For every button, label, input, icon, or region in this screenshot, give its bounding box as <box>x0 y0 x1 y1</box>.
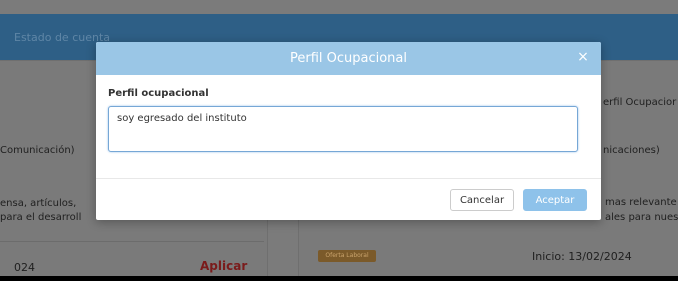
accept-button[interactable]: Aceptar <box>523 189 587 211</box>
perfil-ocupacional-modal: Perfil Ocupacional × Perfil ocupacional … <box>96 42 601 220</box>
left-card-divider <box>0 241 264 242</box>
perfil-ocupacional-label: Perfil ocupacional <box>108 88 209 99</box>
modal-header: Perfil Ocupacional × <box>96 42 601 75</box>
right-card-text-line2: ales para nuest <box>605 212 678 223</box>
right-card-comm-label: nicaciones) <box>603 145 660 156</box>
bottom-strip <box>0 276 678 281</box>
left-card-text-line1: ensa, artículos, <box>0 198 77 209</box>
right-card-start-date: Inicio: 13/02/2024 <box>532 250 632 263</box>
offer-badge: Oferta Laboral <box>318 250 376 262</box>
left-card-date: 024 <box>14 261 35 274</box>
right-card-text-line1: mas relevante <box>605 197 677 208</box>
right-card-header: erfil Ocupacior <box>603 97 677 108</box>
perfil-ocupacional-textarea[interactable]: soy egresado del instituto <box>108 106 578 152</box>
cancel-button[interactable]: Cancelar <box>450 189 514 211</box>
apply-link[interactable]: Aplicar <box>200 259 247 273</box>
close-icon[interactable]: × <box>575 49 591 65</box>
modal-title: Perfil Ocupacional <box>289 51 408 66</box>
left-card-comm-label: Comunicación) <box>0 145 75 156</box>
modal-footer-divider <box>96 178 601 179</box>
left-card-text-line2: para el desarroll <box>0 212 82 223</box>
